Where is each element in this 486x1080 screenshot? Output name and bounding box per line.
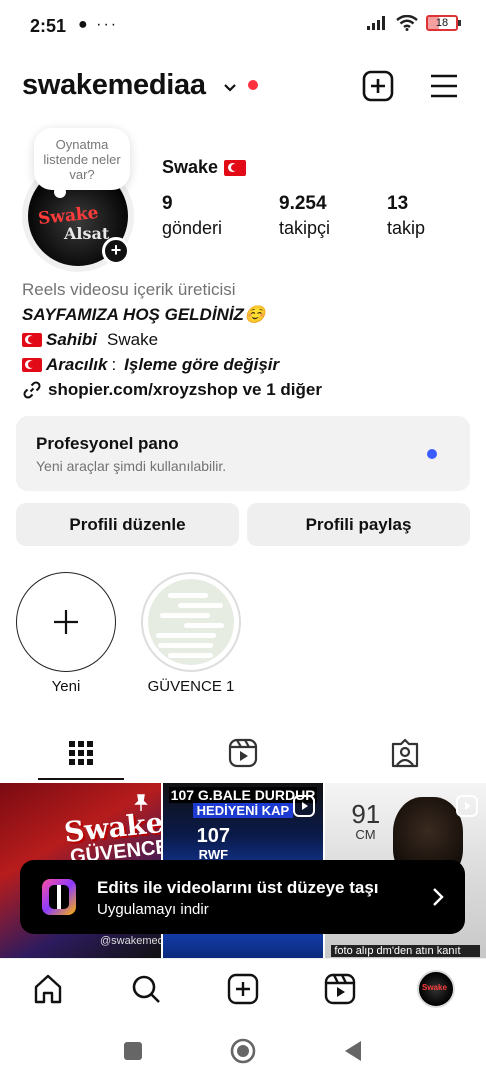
plus-icon (16, 572, 116, 672)
turkey-flag-icon (22, 357, 42, 372)
chat-screenshot-image (148, 579, 234, 665)
chevron-down-icon[interactable] (222, 79, 238, 95)
back-triangle-icon (345, 1041, 361, 1061)
pro-dashboard-title: Profesyonel pano (36, 434, 179, 453)
stat-posts[interactable]: 9 gönderi (162, 193, 222, 241)
tab-posts-grid[interactable] (0, 726, 162, 780)
home-button[interactable] (230, 1038, 256, 1064)
post-caption: foto alıp dm'den atın kanıt (331, 945, 481, 957)
share-profile-button[interactable]: Profili paylaş (247, 503, 470, 546)
hamburger-menu-icon (431, 74, 457, 98)
link-icon (23, 380, 41, 399)
bio-owner-label: Sahibi (46, 330, 98, 349)
post-position: CM (355, 827, 376, 842)
avatar: Swake (417, 970, 455, 1008)
bio-agent-line: Aracılık: Işleme göre değişir (22, 352, 472, 377)
post-rating: 107 (196, 825, 231, 847)
stat-value: 13 (387, 193, 409, 214)
post-subtitle: HEDİYENİ KAP (192, 803, 294, 818)
tagged-icon (391, 738, 419, 768)
status-right: 18 (366, 15, 461, 31)
wifi-icon (396, 15, 418, 31)
bio-category[interactable]: Reels videosu içerik üreticisi (22, 277, 472, 302)
bio-welcome: SAYFAMIZA HOŞ GELDİNİZ☺️ (22, 305, 266, 324)
active-tab-indicator (38, 778, 124, 780)
highlight-guvence[interactable]: GÜVENCE 1 (141, 572, 241, 695)
banner-title: Edits ile videolarını üst düzeye taşı (97, 878, 379, 897)
bio-link-text: shopier.com/xroyzshop ve 1 diğer (48, 380, 322, 399)
back-button[interactable] (340, 1038, 366, 1064)
home-icon (34, 974, 62, 1004)
highlight-label: Yeni (51, 678, 81, 695)
avatar-logo-subtext: Alsat (64, 224, 110, 243)
create-icon (227, 973, 259, 1005)
menu-button[interactable] (424, 66, 464, 106)
turkey-flag-icon (22, 332, 42, 347)
highlight-new[interactable]: Yeni (16, 572, 116, 695)
bio-owner-value: Swake (107, 330, 159, 349)
profile-header: swakemediaa (0, 62, 486, 110)
bottom-navigation: Swake (0, 958, 486, 1020)
bio-owner-line: Sahibi Swake (22, 327, 472, 352)
stat-following[interactable]: 13 takip (387, 193, 425, 241)
signal-icon (367, 16, 385, 30)
pin-icon (133, 794, 148, 811)
nav-reels[interactable] (320, 969, 360, 1009)
circle-icon (230, 1038, 256, 1064)
edit-profile-button[interactable]: Profili düzenle (16, 503, 239, 546)
turkey-flag-icon (224, 159, 247, 176)
bio-link[interactable]: shopier.com/xroyzshop ve 1 diğer (22, 377, 472, 402)
create-button[interactable] (358, 66, 398, 106)
nav-search[interactable] (126, 969, 166, 1009)
system-navigation-bar (0, 1020, 486, 1080)
banner-subtitle: Uygulamayı indir (97, 901, 209, 918)
stat-label: gönderi (162, 218, 223, 238)
unread-dot (427, 449, 437, 459)
notification-dot (248, 80, 258, 90)
display-name: Swake (162, 157, 247, 178)
battery-icon: 18 (426, 15, 461, 31)
add-story-button[interactable]: + (102, 237, 130, 265)
notification-icons: ● ··· (78, 16, 119, 33)
edits-app-banner[interactable]: Edits ile videolarını üst düzeye taşı Uy… (20, 860, 465, 934)
grid-icon (69, 741, 93, 765)
highlight-cover (141, 572, 241, 672)
pro-dashboard-subtitle: Yeni araçlar şimdi kullanılabilir. (36, 458, 227, 474)
stat-label: takipçi (279, 218, 331, 238)
tab-tagged[interactable] (324, 726, 486, 780)
recent-apps-button[interactable] (120, 1038, 146, 1064)
highlight-label: GÜVENCE 1 (147, 678, 235, 695)
nav-profile[interactable]: Swake (416, 969, 456, 1009)
display-name-text: Swake (162, 157, 219, 177)
nav-create[interactable] (223, 969, 263, 1009)
stat-value: 9.254 (279, 193, 327, 214)
post-watermark: @swakemedi (100, 935, 161, 947)
edits-logo-icon (42, 879, 76, 915)
create-icon (362, 70, 394, 102)
stat-followers[interactable]: 9.254 takipçi (279, 193, 330, 241)
reels-icon (456, 795, 479, 817)
stat-label: takip (387, 218, 426, 238)
reels-icon (228, 738, 258, 768)
post-rating: 91 (351, 799, 381, 829)
reels-icon (324, 973, 356, 1005)
square-icon (124, 1042, 142, 1060)
content-tabs (0, 726, 486, 782)
status-bar: 2:51 ● ··· 18 (0, 0, 486, 52)
bio: Reels videosu içerik üreticisi SAYFAMIZA… (22, 277, 472, 402)
note-bubble[interactable]: Oynatma listende neler var? (34, 128, 130, 198)
professional-dashboard-card[interactable]: Profesyonel pano Yeni araçlar şimdi kull… (16, 416, 470, 491)
status-time: 2:51 (30, 16, 67, 36)
tab-reels[interactable] (162, 726, 324, 780)
stat-value: 9 (162, 193, 173, 214)
nav-home[interactable] (28, 969, 68, 1009)
nav-avatar-text: Swake (422, 983, 447, 992)
bio-agent-label: Aracılık (46, 355, 108, 374)
search-icon (132, 975, 160, 1003)
bio-agent-value: Işleme göre değişir (124, 355, 280, 374)
username-switcher[interactable]: swakemediaa (22, 69, 206, 102)
reels-icon (293, 795, 316, 817)
chevron-right-icon (433, 888, 444, 906)
